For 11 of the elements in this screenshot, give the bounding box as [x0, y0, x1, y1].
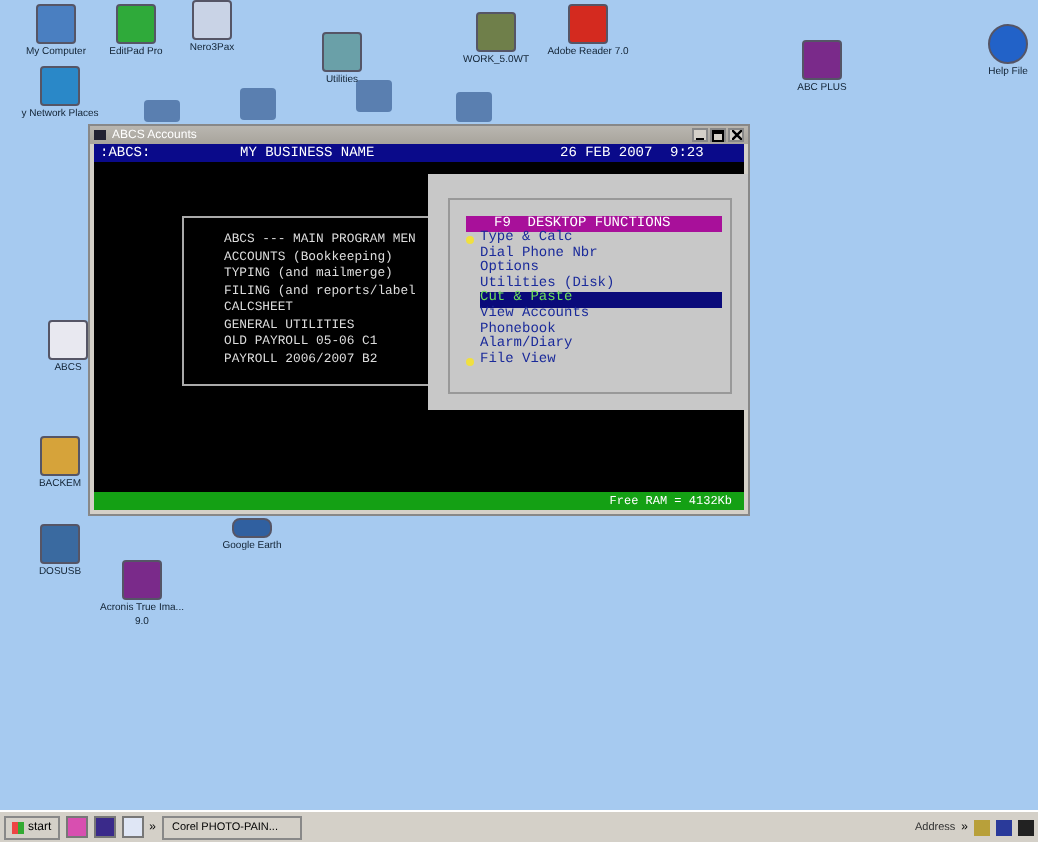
app-icon[interactable] [121, 816, 144, 838]
app-icon [94, 130, 106, 140]
app-icon[interactable] [93, 816, 116, 838]
desktop-icon[interactable] [192, 0, 232, 40]
desktop-icon[interactable] [48, 320, 88, 360]
maximize-button[interactable] [710, 128, 726, 142]
desktop-icon[interactable] [322, 32, 362, 72]
desktop-icon[interactable] [40, 436, 80, 476]
desktop-icon[interactable] [116, 4, 156, 44]
close-button[interactable] [728, 128, 744, 142]
minimize-button[interactable] [692, 128, 708, 142]
